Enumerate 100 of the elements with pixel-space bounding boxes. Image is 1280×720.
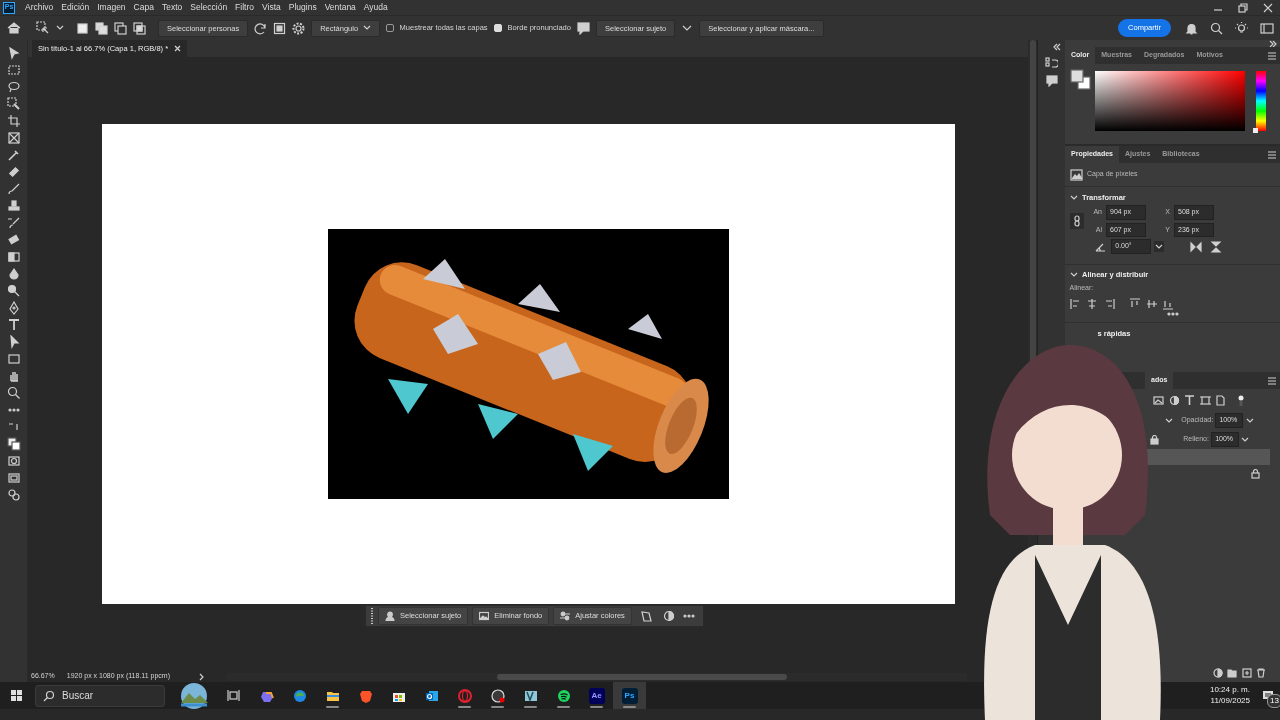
screen-mode-icon[interactable] — [6, 471, 21, 485]
align-icon[interactable] — [1145, 297, 1158, 310]
align-icon[interactable] — [1069, 297, 1082, 310]
refresh-icon[interactable] — [254, 21, 268, 35]
chevron-icon[interactable] — [1069, 271, 1078, 279]
object-finder-icon[interactable] — [273, 21, 287, 35]
spotify-app-icon[interactable] — [556, 688, 571, 703]
outlook-app-icon[interactable] — [424, 688, 439, 703]
frame-tool-icon[interactable] — [6, 131, 21, 145]
restore-icon[interactable] — [1237, 1, 1249, 14]
more-icon[interactable] — [1166, 312, 1179, 316]
image-filter-icon[interactable] — [1153, 394, 1164, 406]
intersect-selection-icon[interactable] — [133, 21, 146, 35]
dodge-tool-icon[interactable] — [6, 284, 21, 298]
menu-item[interactable]: Archivo — [21, 1, 58, 14]
history-brush-tool-icon[interactable] — [6, 216, 21, 230]
clock-time[interactable]: 10:24 p. m. — [1209, 685, 1250, 696]
caret-icon[interactable] — [56, 24, 64, 32]
folder-icon[interactable] — [1227, 668, 1237, 678]
caret-icon[interactable] — [1241, 435, 1250, 444]
chevron-icon[interactable] — [1069, 193, 1078, 201]
half-circle-icon[interactable] — [662, 610, 675, 622]
align-icon[interactable] — [1086, 297, 1098, 310]
comment-icon[interactable] — [576, 21, 590, 35]
lock-icon[interactable] — [1150, 434, 1159, 445]
drag-handle-icon[interactable] — [370, 607, 374, 625]
hue-slider[interactable] — [1255, 70, 1266, 131]
adjustment-layer-icon[interactable] — [1212, 668, 1223, 678]
trash-icon[interactable] — [1256, 668, 1266, 678]
menu-item[interactable]: Capa — [129, 1, 158, 14]
clock-date[interactable]: 11/09/2025 — [1210, 695, 1250, 706]
filter-toggle-icon[interactable] — [1236, 394, 1245, 406]
adjustment-filter-icon[interactable] — [1168, 394, 1180, 406]
caret-icon[interactable] — [1165, 416, 1173, 425]
vegas-app-icon[interactable] — [523, 688, 538, 703]
menu-item[interactable]: Ventana — [320, 1, 360, 14]
rectangle-tool-icon[interactable] — [6, 352, 21, 366]
search-icon[interactable] — [1210, 21, 1223, 35]
selection-tool-icon[interactable] — [36, 21, 50, 35]
windows-start-icon[interactable] — [10, 689, 23, 702]
new-selection-icon[interactable] — [76, 21, 89, 35]
opera-app-icon[interactable] — [457, 688, 472, 703]
new-layer-icon[interactable] — [1241, 668, 1252, 678]
panel-menu-icon[interactable] — [1267, 375, 1277, 386]
chevron-icon[interactable] — [198, 672, 205, 681]
caret-icon[interactable] — [1245, 416, 1254, 425]
flip-vertical-icon[interactable] — [1210, 240, 1222, 253]
menu-item[interactable]: Filtro — [231, 1, 258, 14]
lightbulb-icon[interactable] — [1235, 21, 1248, 35]
flip-horizontal-icon[interactable] — [1189, 240, 1202, 253]
gradient-tool-icon[interactable] — [6, 250, 21, 264]
menu-item[interactable]: Plugins — [284, 1, 321, 14]
eyedropper-tool-icon[interactable] — [6, 148, 21, 162]
comment-icon[interactable] — [1045, 75, 1058, 87]
caret-icon[interactable] — [1153, 241, 1164, 252]
checkbox[interactable] — [385, 24, 394, 32]
brush-tool-icon[interactable] — [6, 182, 21, 196]
smart-object-filter-icon[interactable] — [1215, 394, 1226, 406]
collapse-icon[interactable] — [1053, 43, 1061, 51]
close-icon[interactable] — [1262, 1, 1274, 14]
quick-mask-icon[interactable] — [6, 454, 21, 468]
panel-menu-icon[interactable] — [1267, 149, 1277, 160]
lasso-tool-icon[interactable] — [6, 80, 21, 94]
color-swatches-icon[interactable] — [6, 437, 21, 451]
close-icon[interactable] — [174, 45, 182, 52]
menu-item[interactable]: Edición — [57, 1, 94, 14]
menu-item[interactable]: Ayuda — [359, 1, 392, 14]
menu-item[interactable]: Imagen — [93, 1, 130, 14]
move-tool-icon[interactable] — [6, 46, 21, 60]
zoom-tool-icon[interactable] — [6, 386, 21, 400]
marquee-tool-icon[interactable] — [6, 63, 21, 77]
after-effects-app-icon[interactable]: Ae — [588, 687, 605, 704]
type-tool-icon[interactable] — [6, 318, 21, 332]
obs-app-icon[interactable] — [490, 688, 505, 703]
menu-item[interactable]: Texto — [157, 1, 187, 14]
search-field[interactable]: Buscar — [35, 684, 165, 707]
menu-item[interactable]: Vista — [258, 1, 285, 14]
object-selection-tool-icon[interactable] — [6, 97, 21, 111]
transform-icon[interactable] — [639, 609, 653, 623]
home-icon[interactable] — [6, 20, 22, 36]
color-field[interactable] — [1095, 70, 1245, 131]
stamp-tool-icon[interactable] — [6, 199, 21, 213]
add-selection-icon[interactable] — [95, 21, 108, 35]
brave-app-icon[interactable] — [358, 688, 373, 703]
panel-menu-icon[interactable] — [1267, 50, 1277, 61]
type-filter-icon[interactable] — [1184, 394, 1195, 406]
menu-item[interactable]: Selección — [186, 1, 232, 14]
crop-tool-icon[interactable] — [6, 114, 21, 128]
settings-icon[interactable] — [292, 21, 306, 35]
task-view-icon[interactable] — [227, 689, 240, 702]
color-swatches-icon[interactable] — [1069, 68, 1091, 90]
shape-filter-icon[interactable] — [1199, 394, 1211, 406]
photoshop-app-icon[interactable]: Ps — [621, 687, 638, 704]
drop-tool-icon[interactable] — [6, 267, 21, 281]
history-icon[interactable] — [1045, 57, 1058, 69]
link-icon[interactable] — [1069, 213, 1084, 229]
generative-icon[interactable] — [6, 488, 21, 502]
subtract-selection-icon[interactable] — [114, 21, 127, 35]
workspace-icon[interactable] — [1260, 21, 1274, 35]
notification-count[interactable]: 13 — [1267, 693, 1280, 708]
